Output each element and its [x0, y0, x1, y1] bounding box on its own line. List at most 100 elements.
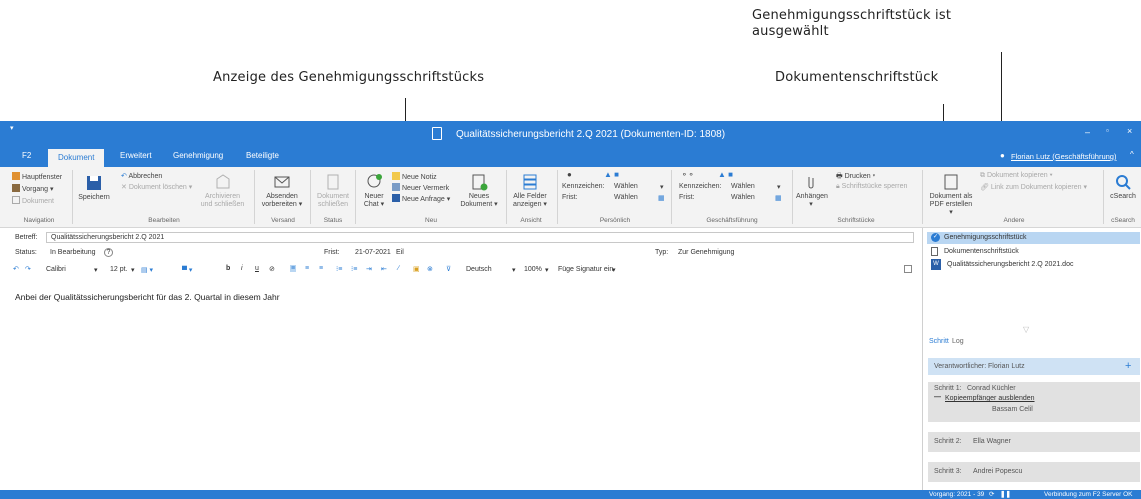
size-select[interactable]: 12 pt. — [110, 266, 128, 273]
chevron-down-icon[interactable]: ▾ — [94, 266, 98, 274]
minimize-button[interactable]: – — [1085, 127, 1090, 137]
tab-f2[interactable]: F2 — [22, 151, 31, 160]
workflow-step[interactable]: Schritt 2: Ella Wagner — [928, 432, 1140, 452]
loeschen-button[interactable]: ✕ Dokument löschen ▾ — [121, 183, 192, 191]
frist-form-value[interactable]: 21-07-2021 — [355, 249, 391, 256]
expand-editor-icon[interactable] — [904, 265, 912, 273]
indent-icon[interactable]: ⇥ — [366, 265, 372, 273]
tab-log[interactable]: Log — [952, 338, 964, 345]
status-row: Status: In Bearbeitung ? Frist: 21-07-20… — [0, 247, 922, 259]
tab-beteiligte[interactable]: Beteiligte — [246, 151, 279, 160]
anhaengen-label: Anhängen — [796, 193, 828, 200]
drucken-button[interactable]: 🖶 Drucken ▾ — [836, 172, 875, 183]
sync-icon[interactable]: ⟳ — [989, 490, 994, 498]
pdf-erstellen-button[interactable]: Dokument als PDF erstellen ▾ — [928, 173, 974, 217]
signatur-select[interactable]: Füge Signatur ein — [558, 266, 613, 273]
tab-erweitert[interactable]: Erweitert — [120, 151, 152, 160]
dokument-kopieren-button[interactable]: ⧉ Dokument kopieren ▾ — [980, 172, 1053, 180]
chevron-down-icon[interactable]: ▾ — [131, 266, 135, 274]
anhaengen-button[interactable]: Anhängen ▾ — [796, 173, 828, 209]
font-select[interactable]: Calibri — [46, 266, 66, 273]
spellcheck-icon[interactable]: ⊽ — [446, 265, 451, 273]
kennzeichen-waehlen[interactable]: Wählen — [614, 183, 638, 190]
neues-dokument-button[interactable]: Neues Dokument ▾ — [458, 173, 500, 209]
tree-item-genehmigung[interactable]: ✓ Genehmigungsschriftstück — [927, 232, 1140, 244]
user-link[interactable]: Florian Lutz (Geschäftsführung) — [1011, 152, 1116, 161]
neuer-vermerk-button[interactable]: Neuer Vermerk — [392, 183, 449, 192]
link-kopieren-button[interactable]: 🔗︎ Link zum Dokument kopieren ▾ — [980, 183, 1087, 191]
chevron-down-icon[interactable]: ▾ — [545, 266, 549, 274]
frist-suffix: Eil — [396, 249, 404, 256]
bold-icon[interactable]: b — [226, 265, 230, 272]
editor-content[interactable]: Anbei der Qualitätssicherungsbericht für… — [15, 292, 280, 302]
gf-flag-icon[interactable]: ▲ ■ — [718, 170, 733, 179]
gf-kennzeichen-waehlen[interactable]: Wählen — [731, 183, 755, 190]
list-icon[interactable]: ⁝≡ — [336, 265, 342, 273]
neuer-chat-button[interactable]: Neuer Chat ▾ — [360, 173, 388, 209]
person-flag-icon[interactable]: ▲ ■ — [604, 170, 619, 179]
align-left-icon[interactable]: ≡ — [290, 265, 297, 272]
alle-felder-button[interactable]: Alle Felder anzeigen ▾ — [510, 173, 550, 209]
workflow-step[interactable]: Schritt 1: Conrad Küchler — Kopieempfäng… — [928, 382, 1140, 422]
image-icon[interactable]: ▣ — [413, 265, 420, 273]
pause-icon[interactable]: ❚❚ — [1000, 490, 1011, 498]
gf-frist-label: Frist: — [679, 194, 695, 201]
chevron-down-icon[interactable]: ▾ — [612, 266, 616, 274]
tree-item-doc-file[interactable]: W Qualitätssicherungsbericht 2.Q 2021.do… — [927, 259, 1140, 271]
clear-format-icon[interactable]: ⊘ — [269, 265, 275, 273]
collapse-ribbon-icon[interactable]: ^ — [1130, 150, 1134, 159]
close-button[interactable]: × — [1127, 126, 1132, 136]
calendar-icon[interactable]: ▦ — [775, 194, 782, 202]
tab-schritt[interactable]: Schritt — [929, 338, 949, 345]
font-color-icon[interactable]: ▀ ▾ — [182, 266, 192, 274]
vorgang-button[interactable]: Vorgang ▾ — [12, 184, 54, 193]
chevron-down-icon[interactable]: ▾ — [512, 266, 516, 274]
add-step-icon[interactable]: + — [1125, 360, 1131, 372]
sperren-button[interactable]: 🔒︎ Schriftstücke sperren — [836, 183, 907, 191]
insert-line-icon[interactable]: ∕ — [398, 265, 399, 272]
dokument-schliessen-button[interactable]: Dokument schließen — [314, 173, 352, 209]
dokument-nav-button[interactable]: Dokument — [12, 196, 54, 205]
maximize-button[interactable]: ▫ — [1106, 126, 1109, 135]
tab-genehmigung[interactable]: Genehmigung — [173, 151, 223, 160]
workflow-step[interactable]: Schritt 3: Andrei Popescu — [928, 462, 1140, 482]
archivieren-button[interactable]: Archivieren und schließen — [200, 173, 245, 209]
underline-icon[interactable]: u — [255, 265, 259, 272]
csearch-button[interactable]: cSearch — [1108, 173, 1138, 201]
language-select[interactable]: Deutsch — [466, 266, 492, 273]
dropdown-icon[interactable]: ▾ — [777, 183, 781, 191]
abbrechen-button[interactable]: ↶ Abbrechen — [121, 172, 162, 180]
betreff-input[interactable]: Qualitätssicherungsbericht 2.Q 2021 — [46, 232, 914, 243]
neue-notiz-button[interactable]: Neue Notiz — [392, 172, 437, 181]
step-person: Andrei Popescu — [973, 468, 1023, 475]
tab-dokument[interactable]: Dokument — [48, 149, 105, 167]
speichern-button[interactable]: Speichern — [78, 174, 110, 202]
link-icon[interactable]: ⊗ — [427, 265, 433, 273]
neue-anfrage-button[interactable]: Neue Anfrage ▾ — [392, 194, 450, 203]
calendar-icon[interactable]: ▦ — [658, 194, 665, 202]
pdf-erstellen-label: Dokument als PDF erstellen — [929, 193, 973, 208]
typ-value[interactable]: Zur Genehmigung — [678, 249, 734, 256]
kopieempfaenger-link[interactable]: Kopieempfänger ausblenden — [945, 395, 1035, 402]
gf-frist-waehlen[interactable]: Wählen — [731, 194, 755, 201]
note-icon — [392, 172, 400, 180]
hauptfenster-button[interactable]: Hauptfenster — [12, 172, 62, 181]
align-center-icon[interactable]: ≡ — [305, 265, 309, 272]
help-icon[interactable]: ? — [104, 248, 113, 257]
zoom-select[interactable]: 100% — [524, 266, 542, 273]
align-right-icon[interactable]: ≡ — [319, 265, 323, 272]
italic-icon[interactable]: i — [241, 265, 243, 272]
absenden-button[interactable]: Absenden vorbereiten ▾ — [260, 173, 304, 209]
frist-waehlen[interactable]: Wählen — [614, 194, 638, 201]
group-label-schriftstuecke: Schriftstücke — [837, 217, 875, 224]
splitter-handle[interactable]: ▽ — [1023, 325, 1029, 334]
outdent-icon[interactable]: ⇤ — [381, 265, 387, 273]
redo-icon[interactable]: ↷ — [25, 265, 31, 273]
tree-item-dokumentenschriftstueck[interactable]: Dokumentenschriftstück — [927, 246, 1140, 258]
search-icon — [1116, 175, 1131, 190]
undo-icon[interactable]: ↶ — [13, 265, 19, 273]
numbered-list-icon[interactable]: ⁝≡ — [351, 265, 357, 273]
dropdown-icon[interactable]: ▾ — [660, 183, 664, 191]
highlight-icon[interactable]: ▤ ▾ — [141, 266, 153, 274]
app-menu-icon[interactable]: ▾ — [10, 124, 14, 132]
